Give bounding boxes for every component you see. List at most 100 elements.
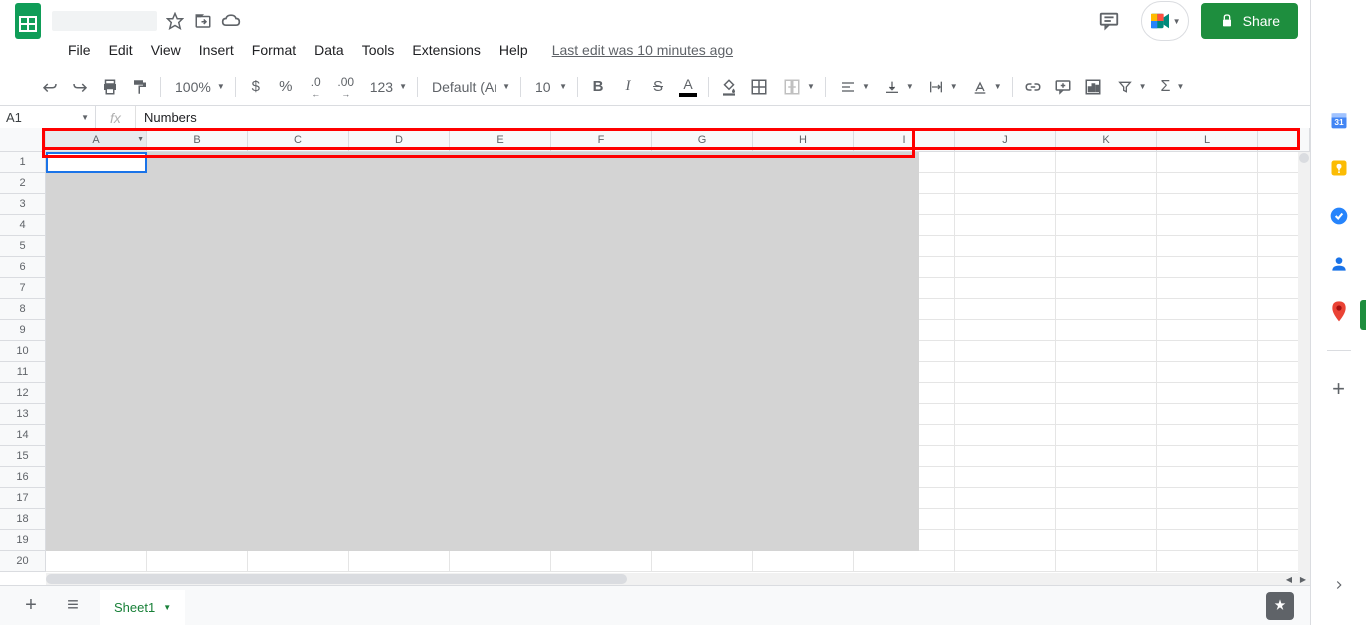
formula-input[interactable]: Numbers	[136, 110, 1366, 125]
cell[interactable]	[955, 257, 1056, 278]
cell[interactable]	[1056, 425, 1157, 446]
horizontal-align-select[interactable]: ▼	[832, 75, 874, 99]
column-header[interactable]	[1258, 128, 1310, 152]
menu-file[interactable]: File	[60, 38, 99, 62]
font-size-select[interactable]: 10▼	[527, 75, 571, 99]
menu-insert[interactable]: Insert	[191, 38, 242, 62]
calendar-app-icon[interactable]: 31	[1329, 110, 1349, 130]
insert-link-icon[interactable]	[1019, 73, 1047, 101]
menu-help[interactable]: Help	[491, 38, 536, 62]
column-dropdown-icon[interactable]: ▼	[137, 136, 144, 143]
cell[interactable]	[955, 215, 1056, 236]
cell[interactable]	[1157, 383, 1258, 404]
menu-view[interactable]: View	[143, 38, 189, 62]
cell[interactable]	[1056, 551, 1157, 572]
menu-tools[interactable]: Tools	[354, 38, 403, 62]
menu-data[interactable]: Data	[306, 38, 352, 62]
cell[interactable]	[1157, 173, 1258, 194]
font-select[interactable]: Default (Ari...▼	[424, 75, 514, 99]
star-icon[interactable]	[165, 11, 185, 31]
cell[interactable]	[1157, 362, 1258, 383]
vertical-align-select[interactable]: ▼	[876, 75, 918, 99]
cell[interactable]	[1056, 341, 1157, 362]
merge-cells-select[interactable]: ▼	[775, 75, 819, 99]
column-header[interactable]: H	[753, 128, 854, 152]
insert-comment-icon[interactable]	[1049, 73, 1077, 101]
cell[interactable]	[1056, 362, 1157, 383]
row-header[interactable]: 1	[0, 152, 46, 173]
undo-icon[interactable]	[36, 73, 64, 101]
select-all-corner[interactable]	[0, 128, 46, 152]
row-header[interactable]: 5	[0, 236, 46, 257]
cell[interactable]	[1056, 173, 1157, 194]
cell[interactable]	[1056, 152, 1157, 173]
cell[interactable]	[1157, 152, 1258, 173]
cell[interactable]	[955, 152, 1056, 173]
cell[interactable]	[1056, 446, 1157, 467]
document-title[interactable]	[52, 11, 157, 31]
scroll-left-icon[interactable]: ◀	[1282, 573, 1296, 585]
row-header[interactable]: 3	[0, 194, 46, 215]
cell[interactable]	[1056, 383, 1157, 404]
bold-icon[interactable]: B	[584, 73, 612, 101]
cell[interactable]	[1056, 215, 1157, 236]
text-wrap-select[interactable]: ▼	[920, 75, 962, 99]
row-header[interactable]: 9	[0, 320, 46, 341]
cell[interactable]	[1157, 446, 1258, 467]
cell[interactable]	[1157, 530, 1258, 551]
cell[interactable]	[1157, 194, 1258, 215]
text-rotation-select[interactable]: ▼	[964, 75, 1006, 99]
column-header[interactable]: G	[652, 128, 753, 152]
row-header[interactable]: 13	[0, 404, 46, 425]
cell[interactable]	[955, 320, 1056, 341]
row-header[interactable]: 7	[0, 278, 46, 299]
row-header[interactable]: 2	[0, 173, 46, 194]
cell[interactable]	[955, 236, 1056, 257]
cell[interactable]	[1056, 488, 1157, 509]
format-currency-icon[interactable]: $	[242, 73, 270, 101]
cell[interactable]	[1157, 488, 1258, 509]
cell[interactable]	[955, 446, 1056, 467]
row-header[interactable]: 16	[0, 467, 46, 488]
cell[interactable]	[1056, 530, 1157, 551]
row-header[interactable]: 11	[0, 362, 46, 383]
cell[interactable]	[955, 278, 1056, 299]
cell[interactable]	[955, 383, 1056, 404]
sheets-logo[interactable]	[8, 1, 48, 41]
row-header[interactable]: 12	[0, 383, 46, 404]
hide-side-panel-icon[interactable]	[1319, 565, 1359, 605]
italic-icon[interactable]: I	[614, 73, 642, 101]
paint-format-icon[interactable]	[126, 73, 154, 101]
increase-decimal-icon[interactable]: .00→	[332, 73, 360, 101]
column-header[interactable]: F	[551, 128, 652, 152]
cell[interactable]	[955, 173, 1056, 194]
cell[interactable]	[551, 551, 652, 572]
cell[interactable]	[955, 425, 1056, 446]
cell[interactable]	[955, 488, 1056, 509]
cell[interactable]	[955, 194, 1056, 215]
cell[interactable]	[955, 509, 1056, 530]
row-header[interactable]: 20	[0, 551, 46, 572]
cell[interactable]	[955, 341, 1056, 362]
cell[interactable]	[1157, 551, 1258, 572]
column-header[interactable]: C	[248, 128, 349, 152]
cell[interactable]	[955, 551, 1056, 572]
cell[interactable]	[1157, 257, 1258, 278]
cell[interactable]	[1056, 257, 1157, 278]
keep-app-icon[interactable]	[1329, 158, 1349, 178]
cell[interactable]	[854, 551, 955, 572]
borders-icon[interactable]	[745, 73, 773, 101]
tasks-app-icon[interactable]	[1329, 206, 1349, 226]
cell[interactable]	[1157, 341, 1258, 362]
row-header[interactable]: 19	[0, 530, 46, 551]
cell[interactable]	[450, 551, 551, 572]
cell[interactable]	[955, 362, 1056, 383]
comment-history-icon[interactable]	[1089, 1, 1129, 41]
row-header[interactable]: 18	[0, 509, 46, 530]
all-sheets-icon[interactable]: ≡	[58, 591, 88, 621]
add-apps-icon[interactable]: +	[1329, 379, 1349, 399]
explore-button[interactable]	[1266, 592, 1294, 620]
column-header[interactable]: E	[450, 128, 551, 152]
row-header[interactable]: 15	[0, 446, 46, 467]
cell[interactable]	[955, 530, 1056, 551]
